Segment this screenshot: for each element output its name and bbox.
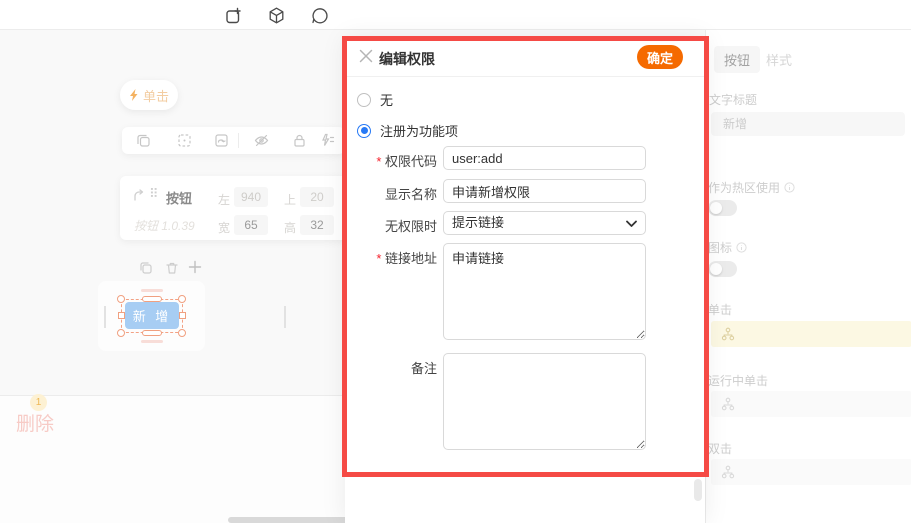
text-title-input[interactable]: 新增	[711, 112, 905, 136]
copy-icon[interactable]	[139, 261, 153, 275]
toolbar-divider	[238, 133, 239, 148]
click-event-label: 单击	[708, 303, 733, 317]
selection-handle-e[interactable]	[179, 312, 186, 319]
permission-code-label: 权限代码	[376, 151, 437, 170]
export-icon[interactable]	[224, 6, 243, 25]
drag-handle-icon[interactable]: ⠿	[149, 186, 158, 202]
selection-handle-sw[interactable]	[117, 329, 125, 337]
pos-top-label: 上	[284, 193, 297, 207]
copy-icon[interactable]	[136, 133, 151, 148]
align-guide-right	[284, 306, 286, 328]
no-permission-select[interactable]: 提示链接	[443, 211, 646, 235]
lightning-icon	[129, 89, 140, 101]
size-height-label: 高	[284, 221, 297, 235]
widget-name: 按钮	[166, 191, 193, 206]
widget-version: 按钮 1.0.39	[134, 219, 195, 233]
hide-eye-icon[interactable]	[254, 133, 269, 148]
click-event-row[interactable]	[711, 321, 911, 347]
snap-guide-top	[141, 289, 163, 292]
text-title-label: 文字标题	[709, 93, 758, 107]
delete-item-label[interactable]: 删除	[16, 409, 54, 436]
interactions-flash-icon[interactable]	[320, 133, 335, 148]
pos-top-value[interactable]: 20	[300, 187, 334, 207]
info-icon	[784, 182, 795, 193]
right-properties-panel: 按钮 样式 文字标题 新增 作为热区使用 图标 单击 运行中单击 双击	[705, 30, 911, 523]
edit-permission-dialog: 编辑权限 确定 无 注册为功能项 权限代码 显示名称 无权限时 提示链接	[345, 38, 705, 523]
radio-none[interactable]: 无	[357, 90, 393, 109]
trash-icon[interactable]	[165, 261, 179, 275]
link-address-textarea[interactable]: 申请链接	[443, 243, 646, 340]
confirm-button[interactable]: 确定	[637, 45, 683, 69]
link-address-label: 链接地址	[376, 248, 437, 267]
dialog-title: 编辑权限	[379, 51, 435, 67]
flow-icon	[721, 397, 735, 411]
hotspot-toggle[interactable]	[708, 200, 737, 216]
radio-register-function[interactable]: 注册为功能项	[357, 121, 458, 140]
canvas-add-button[interactable]: 新 增	[125, 302, 179, 329]
radio-circle-selected[interactable]	[357, 123, 371, 138]
selection-handle-w[interactable]	[118, 312, 125, 319]
size-width-label: 宽	[218, 221, 231, 235]
lock-icon[interactable]	[292, 133, 307, 148]
selection-handle-n[interactable]	[142, 296, 162, 302]
tab-button[interactable]: 按钮	[714, 46, 761, 73]
hotspot-label: 作为热区使用	[708, 179, 795, 196]
add-icon[interactable]	[187, 259, 203, 275]
widget-property-bar: ⠿ 按钮 按钮 1.0.39 左 940 上 20 宽 65 高 32	[120, 176, 350, 240]
paste-style-icon[interactable]	[177, 133, 192, 148]
selection-handle-s[interactable]	[142, 330, 162, 336]
no-permission-selected-value: 提示链接	[452, 215, 505, 230]
duplicate-arrow-icon[interactable]	[214, 133, 229, 148]
widget-toolbar	[122, 127, 345, 154]
top-toolbar	[0, 0, 911, 30]
click-chip-label: 单击	[142, 88, 169, 104]
comment-bubble-icon[interactable]	[310, 6, 329, 25]
tab-style[interactable]: 样式	[766, 50, 792, 69]
running-click-event-label: 运行中单击	[708, 374, 769, 388]
selection-handle-se[interactable]	[178, 329, 186, 337]
permission-code-input[interactable]	[443, 146, 646, 170]
pos-left-value[interactable]: 940	[234, 187, 268, 207]
selection-handle-nw[interactable]	[117, 295, 125, 303]
icon-label: 图标	[708, 239, 747, 256]
close-icon[interactable]	[359, 49, 373, 63]
dblclick-event-label: 双击	[708, 442, 733, 456]
go-parent-arrow-icon[interactable]	[132, 189, 145, 202]
no-permission-label: 无权限时	[384, 219, 437, 234]
display-name-label: 显示名称	[384, 187, 437, 202]
display-name-input[interactable]	[443, 179, 646, 203]
running-click-event-row[interactable]	[711, 391, 911, 417]
flow-icon	[721, 327, 735, 341]
remark-label: 备注	[410, 361, 437, 376]
info-icon	[736, 242, 747, 253]
radio-circle[interactable]	[357, 92, 371, 107]
interaction-click-chip[interactable]: 单击	[120, 80, 178, 110]
modal-vertical-scrollbar[interactable]	[694, 479, 702, 501]
component-cube-icon[interactable]	[267, 6, 286, 25]
align-guide-left	[104, 306, 106, 328]
icon-toggle[interactable]	[708, 261, 737, 277]
chevron-down-icon	[626, 220, 637, 228]
size-height-value[interactable]: 32	[300, 215, 334, 235]
flow-icon	[721, 465, 735, 479]
selection-handle-ne[interactable]	[178, 295, 186, 303]
snap-guide-bottom	[141, 340, 163, 343]
dblclick-event-row[interactable]	[711, 459, 911, 485]
pos-left-label: 左	[218, 193, 231, 207]
dialog-header: 编辑权限 确定	[345, 38, 705, 77]
hotspot-label-text: 作为热区使用	[708, 181, 781, 195]
radio-register-label: 注册为功能项	[380, 124, 459, 139]
size-width-value[interactable]: 65	[234, 215, 268, 235]
icon-label-text: 图标	[708, 241, 733, 255]
remark-textarea[interactable]	[443, 353, 646, 450]
radio-none-label: 无	[380, 93, 394, 108]
